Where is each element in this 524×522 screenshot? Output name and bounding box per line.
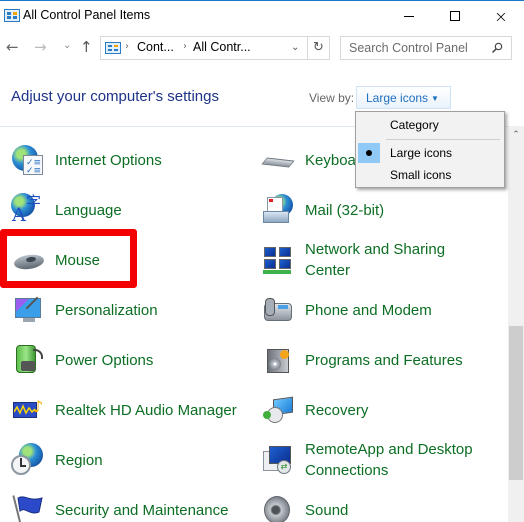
search-icon[interactable] [491,42,503,54]
item-label: Recovery [305,401,369,419]
window-title: All Control Panel Items [23,8,151,22]
item-language[interactable]: A 字 Language [11,190,122,230]
keyboard-icon [261,143,295,177]
menu-item-small-icons[interactable]: Small icons [356,165,504,185]
item-label: Phone and Modem [305,301,432,319]
maximize-icon [450,11,460,21]
search-box[interactable] [340,36,512,60]
dropdown-caret-icon: ▼ [431,94,439,103]
address-dropdown-icon[interactable]: ⌄ [291,42,299,53]
bullet-icon [366,150,372,156]
item-power-options[interactable]: Power Options [11,340,153,380]
page-heading: Adjust your computer's settings [11,88,219,105]
refresh-button[interactable]: ↻ [308,36,330,60]
view-by-dropdown[interactable]: Large icons ▼ [356,86,451,109]
item-label: Realtek HD Audio Manager [55,401,237,419]
scrollbar-thumb[interactable] [509,326,523,480]
internet-options-icon: ✓≡ ✓≡ [11,143,45,177]
item-realtek-audio[interactable]: ♪ Realtek HD Audio Manager [11,390,237,430]
mouse-icon [11,243,45,277]
navigation-bar: ← → ⌄ ↑ › Cont... › All Contr... ⌄ ↻ [0,34,524,62]
item-sound[interactable]: Sound [261,490,348,522]
forward-button[interactable]: → [34,38,47,56]
item-label-line1: Network and Sharing [305,241,446,258]
item-programs-features[interactable]: Programs and Features [261,340,463,380]
item-phone-modem[interactable]: Phone and Modem [261,290,432,330]
search-input[interactable] [341,37,491,59]
personalization-icon [11,293,45,327]
mail-icon [261,193,295,227]
item-label: Network and Sharing Center [305,239,445,281]
item-label: Sound [305,501,349,519]
view-by-menu: Category Large icons Small icons [355,111,505,188]
item-label: Internet Options [55,151,162,169]
power-options-icon [11,343,45,377]
up-button[interactable]: ↑ [80,38,93,56]
item-label: Keyboa [305,151,356,169]
realtek-audio-icon: ♪ [11,393,45,427]
item-label: Power Options [55,351,154,369]
item-label-line2: Center [305,262,351,279]
security-flag-icon [11,493,45,522]
menu-item-large-icons[interactable]: Large icons [356,143,504,163]
remoteapp-icon: ⇄ [261,443,295,477]
breadcrumb-all-items[interactable]: All Contr... [193,40,251,54]
menu-item-label: Small icons [390,168,452,182]
recovery-icon [261,393,295,427]
view-by-label: View by: [309,91,355,105]
breadcrumb-control-panel[interactable]: Cont... [137,40,174,54]
item-label: Mail (32-bit) [305,201,385,219]
maximize-button[interactable] [432,1,478,31]
phone-modem-icon [261,293,295,327]
item-label-line1: RemoteApp and Desktop [305,441,473,458]
item-internet-options[interactable]: ✓≡ ✓≡ Internet Options [11,140,162,180]
network-icon [261,243,295,277]
language-icon: A 字 [11,193,42,226]
menu-separator [386,139,500,140]
title-bar[interactable]: All Control Panel Items × [0,1,524,31]
minimize-icon [404,15,414,17]
control-panel-icon [105,42,121,54]
control-panel-icon [4,9,20,22]
item-remoteapp[interactable]: ⇄ RemoteApp and Desktop Connections [261,440,473,480]
item-region[interactable]: Region [11,440,103,480]
menu-item-label: Large icons [390,146,453,160]
breadcrumb-separator-icon[interactable]: › [183,41,187,52]
address-bar[interactable]: › Cont... › All Contr... ⌄ [100,36,308,60]
item-keyboard[interactable]: Keyboa [261,140,356,180]
selected-indicator [358,143,380,163]
item-security-maintenance[interactable]: Security and Maintenance [11,490,228,522]
menu-item-label: Category [390,118,439,132]
item-label: Language [55,201,122,219]
item-mail[interactable]: Mail (32-bit) [261,190,384,230]
close-button[interactable]: × [478,1,524,31]
item-network-sharing[interactable]: Network and Sharing Center [261,240,445,280]
refresh-icon: ↻ [313,40,324,55]
recent-locations-button[interactable]: ⌄ [63,40,71,51]
item-recovery[interactable]: Recovery [261,390,368,430]
item-label: Security and Maintenance [55,501,229,519]
region-icon [11,443,45,477]
programs-features-icon [261,343,295,377]
close-icon: × [494,6,508,26]
item-label: Mouse [55,251,101,269]
scroll-up-button[interactable]: ⌃ [508,128,524,142]
menu-item-category[interactable]: Category [356,115,504,135]
item-mouse[interactable]: Mouse [11,240,100,280]
item-label-line2: Connections [305,462,389,479]
minimize-button[interactable] [386,1,432,31]
item-label: RemoteApp and Desktop Connections [305,439,473,481]
sound-icon [261,493,295,522]
chevron-up-icon: ⌃ [512,130,520,140]
item-label: Programs and Features [305,351,463,369]
item-personalization[interactable]: Personalization [11,290,158,330]
item-label: Region [55,451,103,469]
back-button[interactable]: ← [6,38,19,56]
view-by-value: Large icons [366,91,429,105]
item-label: Personalization [55,301,158,319]
breadcrumb-separator-icon[interactable]: › [125,41,129,52]
